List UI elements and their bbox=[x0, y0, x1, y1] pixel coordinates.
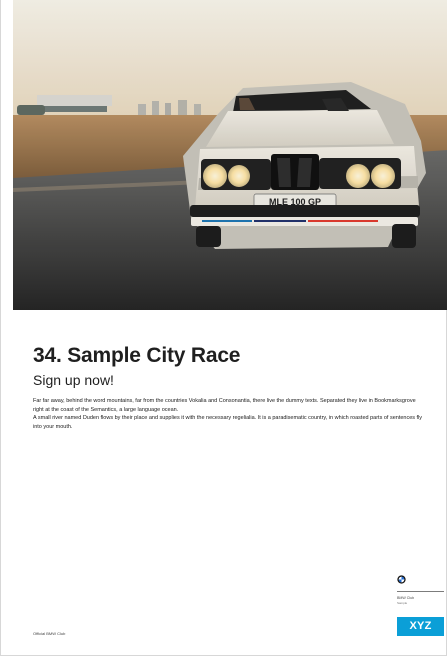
xyz-badge: XYZ bbox=[397, 617, 444, 636]
poster-page: MLE 100 GP 34. Sample City Race Sign up … bbox=[0, 0, 447, 656]
footer-note: Official BMW Club bbox=[33, 631, 66, 636]
page-subtitle: Sign up now! bbox=[33, 372, 114, 388]
body-paragraph: Far far away, behind the word mountains,… bbox=[33, 398, 416, 413]
main-content: 34. Sample City Race Sign up now! Far fa… bbox=[33, 344, 427, 431]
body-copy: Far far away, behind the word mountains,… bbox=[33, 397, 427, 431]
vintage-car-photo: MLE 100 GP bbox=[13, 0, 447, 310]
bmw-roundel-icon bbox=[397, 575, 406, 584]
logo-area: BMW Club Sample XYZ bbox=[397, 575, 444, 637]
body-paragraph: A small river named Duden flows by their… bbox=[33, 415, 423, 430]
club-subtext: Sample bbox=[397, 601, 408, 605]
logo-divider bbox=[397, 591, 444, 592]
hero-image: MLE 100 GP bbox=[13, 0, 447, 310]
page-title: 34. Sample City Race bbox=[33, 344, 241, 367]
club-name: BMW Club bbox=[397, 596, 415, 600]
